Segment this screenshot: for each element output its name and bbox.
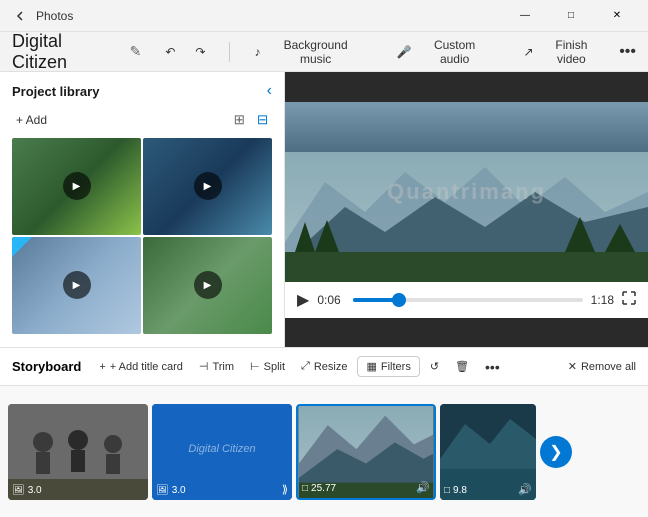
edit-name-icon[interactable]: ✎ xyxy=(130,43,142,60)
remove-all-icon: ✕ xyxy=(568,360,577,373)
project-name: Digital Citizen xyxy=(12,31,122,73)
clip-sound-icon: 🔊 xyxy=(416,481,430,494)
split-icon: ⊢ xyxy=(250,360,260,373)
media-grid: ▶ ▶ ▶ ▶ xyxy=(0,134,284,338)
next-clips-button[interactable]: ❯ xyxy=(540,436,572,468)
progress-track[interactable] xyxy=(353,298,582,302)
undo-button[interactable]: ↶ xyxy=(157,41,183,63)
filters-icon: ▦ xyxy=(366,360,376,373)
grid-view-button[interactable]: ⊞ xyxy=(230,110,249,130)
close-button[interactable]: ✕ xyxy=(594,0,640,32)
trim-button[interactable]: ⊣ Trim xyxy=(193,357,240,376)
clip-type-icon: 🖼 xyxy=(12,485,25,496)
list-view-button[interactable]: ⊟ xyxy=(253,110,272,130)
resize-button[interactable]: ⤢ Resize xyxy=(295,357,353,376)
sidebar-header: Project library ‹ xyxy=(0,72,284,106)
media-thumbnail[interactable]: ▶ xyxy=(12,237,141,334)
filters-container: Add a filter ▦ Filters xyxy=(357,356,419,377)
clip-duration: 🖼 3.0 xyxy=(156,485,186,496)
sidebar-toolbar: + Add ⊞ ⊟ xyxy=(0,106,284,134)
toolbar-divider xyxy=(229,42,230,62)
play-overlay-icon: ▶ xyxy=(63,271,91,299)
clip-type-icon: □ xyxy=(302,483,308,494)
clip-type-icon: 🖼 xyxy=(156,485,169,496)
resize-icon: ⤢ xyxy=(301,360,310,373)
clip-more-options-button[interactable]: ••• xyxy=(479,356,506,378)
video-controls: ▶ 0:06 1:18 xyxy=(285,282,648,318)
video-preview: Quantrimang xyxy=(285,102,648,282)
progress-thumb[interactable] xyxy=(392,293,406,307)
svg-text:Digital Citizen: Digital Citizen xyxy=(188,443,255,455)
media-thumbnail[interactable]: ▶ xyxy=(143,138,272,235)
storyboard-area: Storyboard + + Add title card ⊣ Trim ⊢ S… xyxy=(0,347,648,517)
view-toggle: ⊞ ⊟ xyxy=(230,110,272,130)
clip-duration: □ 9.8 xyxy=(444,485,467,496)
clip-duration: 🖼 3.0 xyxy=(12,485,42,496)
project-name-group: Digital Citizen ✎ xyxy=(12,31,141,73)
add-media-button[interactable]: + Add xyxy=(12,111,51,129)
media-thumbnail[interactable]: ▶ xyxy=(12,138,141,235)
progress-bar-container[interactable] xyxy=(353,298,582,302)
clip-duration: □ 25.77 xyxy=(302,483,336,494)
toolbar-right: ↗ Finish video ••• xyxy=(516,34,637,70)
clip-sound-icon: 🔊 xyxy=(518,483,532,496)
music-icon: ♪ xyxy=(254,45,260,59)
clip-forward-icon: ⟫ xyxy=(282,483,288,496)
background-music-button[interactable]: ♪ Background music xyxy=(246,34,372,70)
rotate-icon: ↺ xyxy=(430,360,439,373)
watermark: Quantrimang xyxy=(387,179,546,205)
clip-item[interactable]: Digital Citizen 🖼 3.0 ⟫ xyxy=(152,404,292,500)
video-preview-area: Quantrimang ▶ 0:06 1:18 xyxy=(285,72,648,347)
rotate-button[interactable]: ↺ xyxy=(424,357,445,376)
maximize-button[interactable]: □ xyxy=(548,0,594,32)
clip-item[interactable]: □ 25.77 🔊 xyxy=(296,404,436,500)
audio-icon: 🎤 xyxy=(397,45,412,59)
delete-button[interactable]: 🗑 xyxy=(449,357,475,376)
main-toolbar: Digital Citizen ✎ ↶ ↷ ♪ Background music… xyxy=(0,32,648,72)
current-time: 0:06 xyxy=(317,293,345,307)
finish-video-button[interactable]: ↗ Finish video xyxy=(516,34,612,70)
fullscreen-icon xyxy=(622,291,636,305)
play-overlay-icon: ▶ xyxy=(63,172,91,200)
storyboard-toolbar: Storyboard + + Add title card ⊣ Trim ⊢ S… xyxy=(0,348,648,386)
remove-all-button[interactable]: ✕ Remove all xyxy=(568,360,636,373)
delete-icon: 🗑 xyxy=(455,360,469,373)
storyboard-label: Storyboard xyxy=(12,359,81,374)
filters-button[interactable]: ▦ Filters xyxy=(357,356,419,377)
clip-item[interactable]: 🖼 3.0 xyxy=(8,404,148,500)
more-options-button[interactable]: ••• xyxy=(619,43,636,61)
collapse-sidebar-button[interactable]: ‹ xyxy=(267,82,272,100)
play-overlay-icon: ▶ xyxy=(194,271,222,299)
back-button[interactable] xyxy=(8,4,32,28)
custom-audio-button[interactable]: 🎤 Custom audio xyxy=(389,34,500,70)
title-bar: Photos — □ ✕ xyxy=(0,0,648,32)
sidebar-title: Project library xyxy=(12,84,99,99)
export-icon: ↗ xyxy=(524,45,534,59)
main-content: Project library ‹ + Add ⊞ ⊟ ▶ ▶ ▶ ▶ xyxy=(0,72,648,347)
project-library-sidebar: Project library ‹ + Add ⊞ ⊟ ▶ ▶ ▶ ▶ xyxy=(0,72,285,347)
total-time: 1:18 xyxy=(591,293,614,307)
undo-redo-group: ↶ ↷ xyxy=(157,41,213,63)
add-title-card-button[interactable]: + + Add title card xyxy=(93,358,189,376)
play-overlay-icon: ▶ xyxy=(194,172,222,200)
app-title: Photos xyxy=(36,9,502,23)
play-button[interactable]: ▶ xyxy=(297,290,309,310)
corner-indicator xyxy=(12,237,32,257)
storyboard-clips: 🖼 3.0 Digital Citizen 🖼 3.0 ⟫ xyxy=(0,386,648,517)
clip-type-icon: □ xyxy=(444,485,450,496)
redo-button[interactable]: ↷ xyxy=(187,41,213,63)
media-thumbnail[interactable]: ▶ xyxy=(143,237,272,334)
split-button[interactable]: ⊢ Split xyxy=(244,357,291,376)
clip-item[interactable]: □ 9.8 🔊 xyxy=(440,404,536,500)
add-title-icon: + xyxy=(99,361,105,373)
window-controls: — □ ✕ xyxy=(502,0,640,32)
trim-icon: ⊣ xyxy=(199,360,209,373)
fullscreen-button[interactable] xyxy=(622,291,636,308)
minimize-button[interactable]: — xyxy=(502,0,548,32)
